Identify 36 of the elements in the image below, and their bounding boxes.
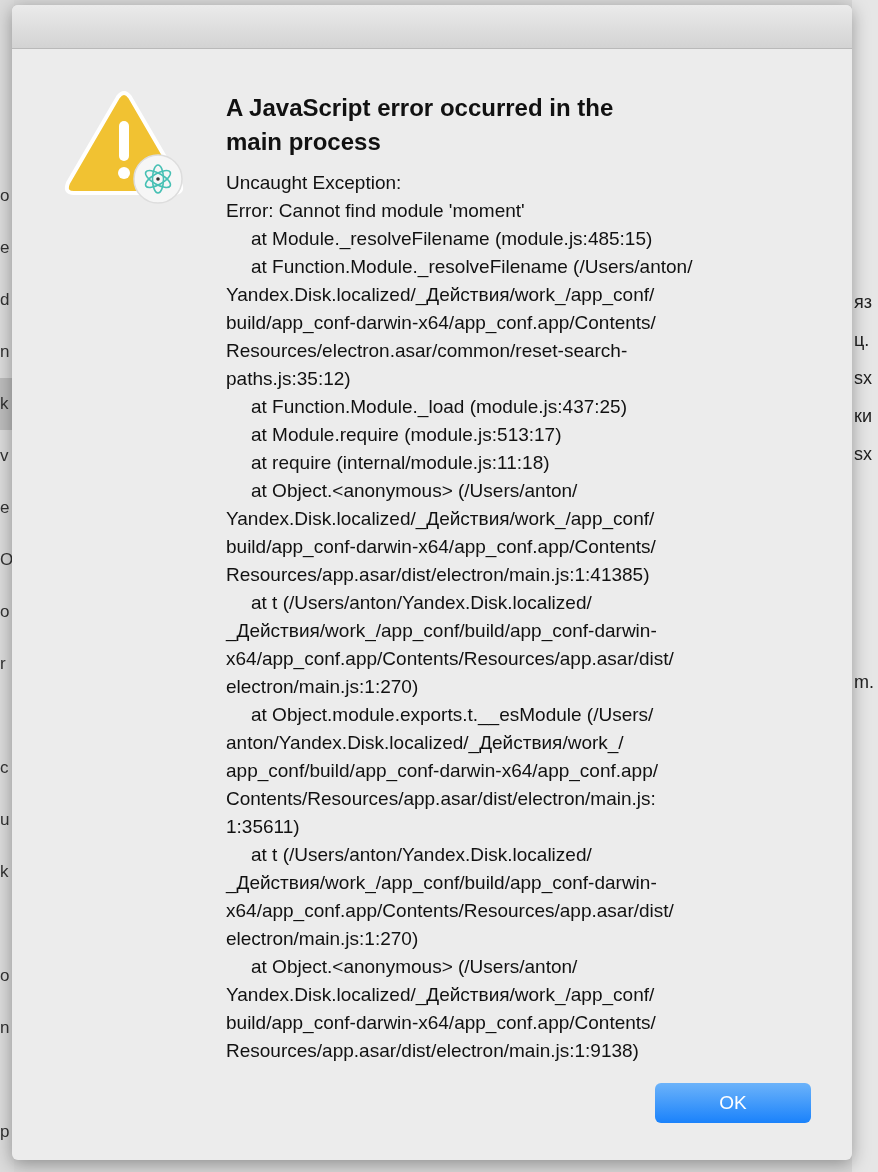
dialog-title: A JavaScript error occurred in the main process <box>226 93 615 157</box>
list-row-text: sx <box>853 442 873 466</box>
list-row-text: v <box>0 445 10 468</box>
stack-frame-text: at Object.module.exports.t.__esModule (/Users/ anton/Yandex.Disk.localized/_Действия/work_/ app_conf/build/app_conf-darwin-x64/app_conf.app/ Contents/Resources/app.asar/dist/electron/main.js: 1:35611) <box>226 703 660 839</box>
warning-icon <box>64 91 184 205</box>
list-row-text: d <box>0 289 11 312</box>
stack-frame-text: at Function.Module._resolveFilename (/Users/anton/ Yandex.Disk.localized/_Действия/work_/app_conf/ build/app_conf-darwin-x64/app_conf.app/Contents/ Resources/electron.asar/common/reset-search- paths.js:35:12) <box>226 255 693 391</box>
list-row-text: e <box>0 497 11 520</box>
list-row-text: c <box>0 757 10 780</box>
list-row-text: m. <box>853 670 875 694</box>
stack-frame-text: at t (/Users/anton/Yandex.Disk.localized/ _Действия/work_/app_conf/build/app_conf-darwin- x64/app_conf.app/Contents/Resources/app.asar/dist/ electron/main.js:1:270) <box>226 591 675 699</box>
list-row-text: O <box>0 549 14 572</box>
list-row-text: o <box>0 601 11 624</box>
list-row-text: ки <box>853 404 873 428</box>
list-row-text: u <box>0 809 11 832</box>
ok-button[interactable]: OK <box>655 1083 811 1123</box>
stack-frame-text: at Function.Module._load (module.js:437:25) <box>250 395 628 420</box>
list-row-text: sx <box>853 366 873 390</box>
stack-frame-text: at require (internal/module.js:11:18) <box>250 451 551 475</box>
stack-frame-text: at Module._resolveFilename (module.js:485:15) <box>250 227 654 252</box>
list-row-text: n <box>0 1017 11 1040</box>
stack-frame-text: at t (/Users/anton/Yandex.Disk.localized/ _Действия/work_/app_conf/build/app_conf-darwin- x64/app_conf.app/Contents/Resources/app.asar/dist/ electron/main.js:1:270) <box>226 843 675 951</box>
stack-frame-text: at Object.<anonymous> (/Users/anton/ Yandex.Disk.localized/_Действия/work_/app_conf/ build/app_conf-darwin-x64/app_conf.app/Contents/ Resources/app.asar/dist/electron/main.js:1:9138) <box>226 955 657 1063</box>
error-message-text: Error: Cannot find module 'moment' <box>226 199 526 223</box>
list-row-text: k <box>0 861 10 884</box>
stack-frame-text: at Module.require (module.js:513:17) <box>250 423 563 447</box>
list-row-text: o <box>0 965 11 988</box>
stack-frame-text: at Object.<anonymous> (/Users/anton/ Yandex.Disk.localized/_Действия/work_/app_conf/ build/app_conf-darwin-x64/app_conf.app/Contents/ Resources/app.asar/dist/electron/main.js:1:41385) <box>226 479 657 587</box>
error-message-text: Uncaught Exception: <box>226 171 403 195</box>
list-row-text: n <box>0 341 11 364</box>
list-row-text: p <box>0 1121 11 1144</box>
list-row-text: ц. <box>853 328 871 352</box>
list-row-text: o <box>0 185 11 208</box>
list-row-text: e <box>0 237 11 260</box>
list-row-text: r <box>0 653 7 676</box>
list-row-text: яз <box>853 290 873 314</box>
